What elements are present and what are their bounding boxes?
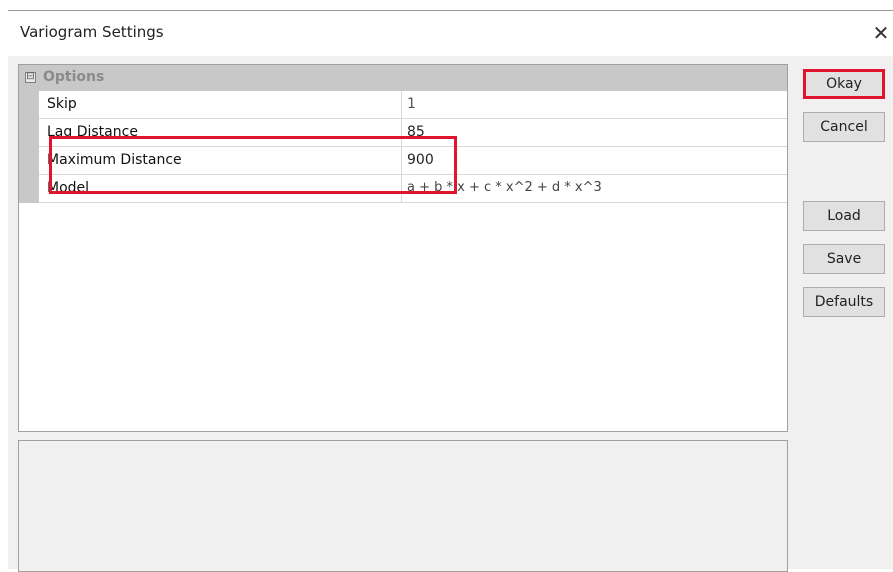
- title-bar[interactable]: Variogram Settings ✕: [8, 11, 893, 56]
- category-label: Options: [43, 69, 105, 85]
- grid-gutter: [19, 91, 39, 203]
- dialog-title: Variogram Settings: [20, 23, 164, 41]
- save-button[interactable]: Save: [803, 244, 885, 274]
- column-divider: [401, 147, 402, 174]
- property-value-skip[interactable]: 1: [407, 96, 416, 112]
- category-row-options[interactable]: ⊟ Options: [19, 65, 787, 91]
- property-name: Lag Distance: [47, 124, 138, 140]
- description-panel: [18, 440, 788, 572]
- property-row-model[interactable]: Model a + b * x + c * x^2 + d * x^3: [39, 175, 787, 203]
- property-name: Skip: [47, 96, 77, 112]
- property-row-skip[interactable]: Skip 1: [39, 91, 787, 119]
- dialog-client-area: ⊟ Options Skip 1 Lag Distance 85 Maximum…: [8, 56, 893, 572]
- collapse-icon[interactable]: ⊟: [25, 72, 36, 83]
- property-row-lag-distance[interactable]: Lag Distance 85: [39, 119, 787, 147]
- property-name: Model: [47, 180, 90, 196]
- property-value-maximum-distance[interactable]: 900: [407, 152, 434, 168]
- property-value-lag-distance[interactable]: 85: [407, 124, 425, 140]
- property-name: Maximum Distance: [47, 152, 182, 168]
- property-row-maximum-distance[interactable]: Maximum Distance 900: [39, 147, 787, 175]
- column-divider: [401, 175, 402, 202]
- column-divider: [401, 91, 402, 118]
- property-value-model[interactable]: a + b * x + c * x^2 + d * x^3: [407, 180, 602, 195]
- background-window-strip: [0, 0, 893, 10]
- property-grid: ⊟ Options Skip 1 Lag Distance 85 Maximum…: [18, 64, 788, 432]
- close-icon[interactable]: ✕: [870, 20, 892, 46]
- cancel-button[interactable]: Cancel: [803, 112, 885, 142]
- okay-button[interactable]: Okay: [803, 69, 885, 99]
- column-divider: [401, 119, 402, 146]
- load-button[interactable]: Load: [803, 201, 885, 231]
- variogram-settings-dialog: Variogram Settings ✕ ⊟ Options Skip 1 La…: [8, 10, 893, 572]
- defaults-button[interactable]: Defaults: [803, 287, 885, 317]
